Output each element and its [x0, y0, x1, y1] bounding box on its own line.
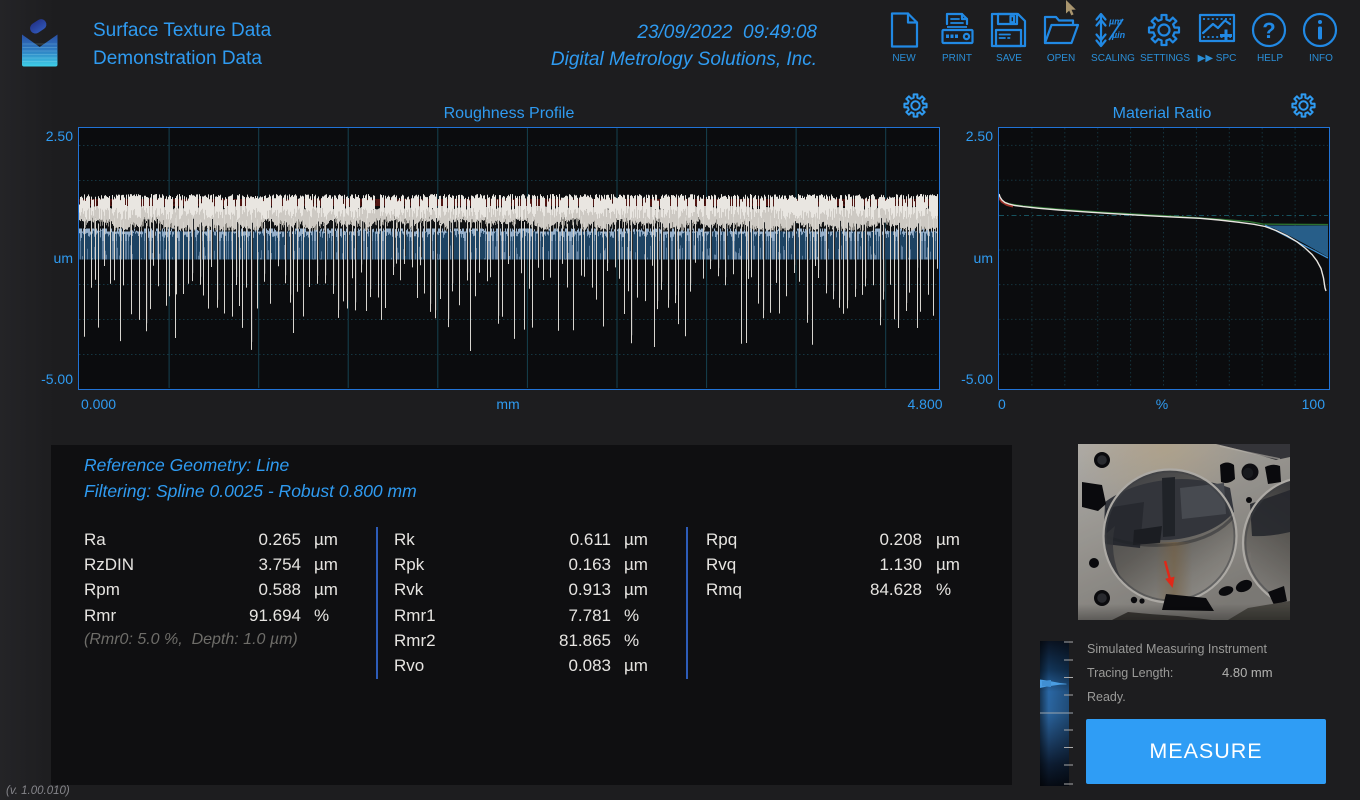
svg-text:?: ? [1262, 18, 1275, 43]
